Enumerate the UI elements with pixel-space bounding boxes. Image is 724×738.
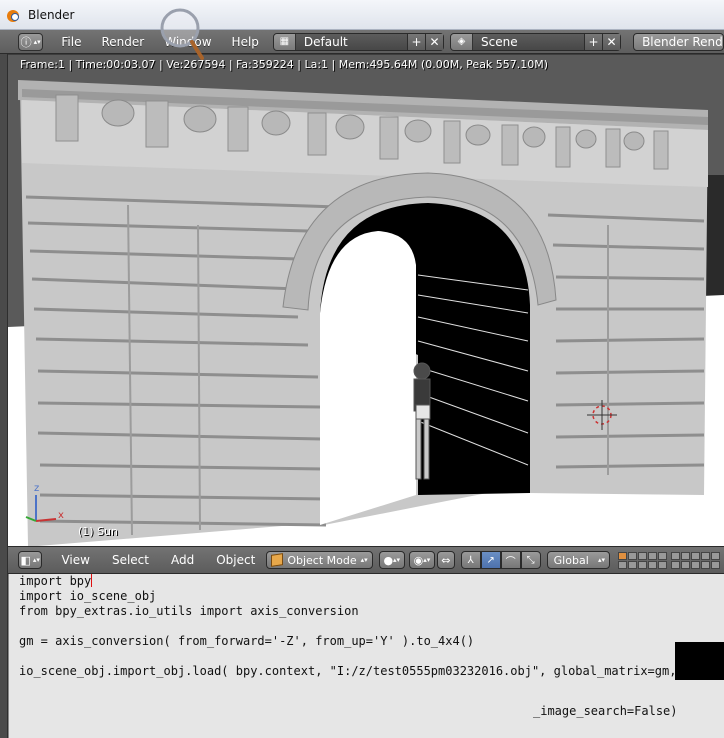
layer-grid-1[interactable]	[618, 551, 667, 569]
transform-manipulators: ⅄ ↗ ⌒ ⤡	[460, 551, 541, 569]
menu-file[interactable]: File	[51, 35, 91, 49]
screen-layout-name[interactable]: Default	[296, 35, 407, 49]
pivot-point-select[interactable]: ◉ ▴▾	[408, 551, 436, 569]
transform-orientation-select[interactable]: Global ▴▾	[546, 551, 610, 569]
info-header: ⓘ ▴▾ File Render Window Help ▦ Default + …	[0, 30, 724, 54]
menu-view[interactable]: View	[50, 553, 100, 567]
code-line-5[interactable]: gm = axis_conversion( from_forward='-Z',…	[19, 634, 474, 649]
black-overlay-block	[675, 642, 724, 680]
dropdown-arrows-icon: ▴▾	[360, 556, 368, 564]
code-line-10[interactable]: _image_search=False)	[533, 704, 678, 719]
translate-manipulator-icon[interactable]: ↗	[480, 551, 501, 569]
remove-screen-button[interactable]: ✕	[424, 33, 443, 50]
dropdown-arrows-icon: ▴▾	[393, 556, 401, 564]
blender-logo-icon	[6, 7, 22, 23]
shading-solid-icon: ●	[383, 553, 394, 567]
active-object-label: (1) Sun	[78, 525, 119, 538]
menu-window[interactable]: Window	[154, 35, 221, 49]
add-scene-button[interactable]: +	[584, 33, 603, 50]
menu-render[interactable]: Render	[91, 35, 154, 49]
manipulator-toggle-button[interactable]: ⇔	[437, 551, 455, 569]
window-left-edge	[0, 54, 8, 738]
remove-scene-button[interactable]: ✕	[602, 33, 621, 50]
editor-type-info-button[interactable]: ⓘ ▴▾	[18, 32, 44, 51]
editor-type-3d-view-button[interactable]: ◧ ▴▾	[18, 551, 43, 569]
manipulator-icon: ⇔	[441, 553, 451, 567]
menu-select[interactable]: Select	[101, 553, 160, 567]
code-line-1[interactable]: import bpy	[19, 574, 93, 589]
menu-add[interactable]: Add	[160, 553, 205, 567]
pivot-icon: ◉	[413, 553, 424, 567]
dropdown-arrows-icon: ▴▾	[597, 556, 605, 564]
code-line-2[interactable]: import io_scene_obj	[19, 589, 156, 604]
viewport-stats: Frame:1 | Time:00:03.07 | Ve:267594 | Fa…	[20, 58, 549, 71]
3d-view-header: ◧ ▴▾ View Select Add Object Object Mode ▴…	[8, 546, 724, 574]
scene-icon: ◈	[450, 33, 473, 50]
code-text: import bpy	[19, 574, 92, 588]
axis-x-label: x	[58, 510, 64, 521]
code-line-7[interactable]: io_scene_obj.import_obj.load( bpy.contex…	[19, 664, 698, 679]
axis-z-label: z	[34, 483, 40, 494]
menu-help[interactable]: Help	[222, 35, 269, 49]
text-editor[interactable]: import bpy import io_scene_obj from bpy_…	[8, 574, 724, 738]
menu-object[interactable]: Object	[205, 553, 266, 567]
transform-axis-icon[interactable]: ⅄	[460, 551, 481, 569]
scene-layers	[618, 551, 724, 569]
viewport-render	[8, 55, 724, 546]
screen-layout-selector[interactable]: ▦ Default + ✕	[272, 32, 444, 51]
window-title: Blender	[28, 7, 75, 22]
text-cursor	[91, 574, 93, 587]
scene-name[interactable]: Scene	[473, 35, 584, 49]
scene-selector[interactable]: ◈ Scene + ✕	[449, 32, 622, 51]
window-titlebar: Blender	[0, 0, 724, 30]
code-line-3[interactable]: from bpy_extras.io_utils import axis_con…	[19, 604, 359, 619]
orientation-label: Global	[553, 553, 589, 567]
add-screen-button[interactable]: +	[406, 33, 425, 50]
viewport-shading-select[interactable]: ● ▴▾	[378, 551, 405, 569]
object-cube-icon	[271, 553, 284, 567]
3d-viewport[interactable]: z x Frame:1 | Time:00:03.07 | Ve:267594 …	[8, 55, 724, 546]
scale-manipulator-icon[interactable]: ⤡	[520, 551, 541, 569]
mode-label: Object Mode	[287, 553, 357, 567]
dropdown-arrows-icon: ▴▾	[32, 556, 40, 564]
object-mode-select[interactable]: Object Mode ▴▾	[266, 551, 373, 569]
rotate-manipulator-icon[interactable]: ⌒	[500, 551, 521, 569]
3d-view-icon: ◧	[20, 553, 31, 567]
dropdown-arrows-icon: ▴▾	[423, 556, 431, 564]
dropdown-arrows-icon: ▴▾	[33, 37, 41, 46]
render-engine-select[interactable]: Blender Render	[633, 32, 724, 51]
screen-layout-icon: ▦	[273, 33, 296, 50]
layer-grid-2[interactable]	[671, 551, 720, 569]
info-icon: ⓘ	[20, 35, 32, 49]
